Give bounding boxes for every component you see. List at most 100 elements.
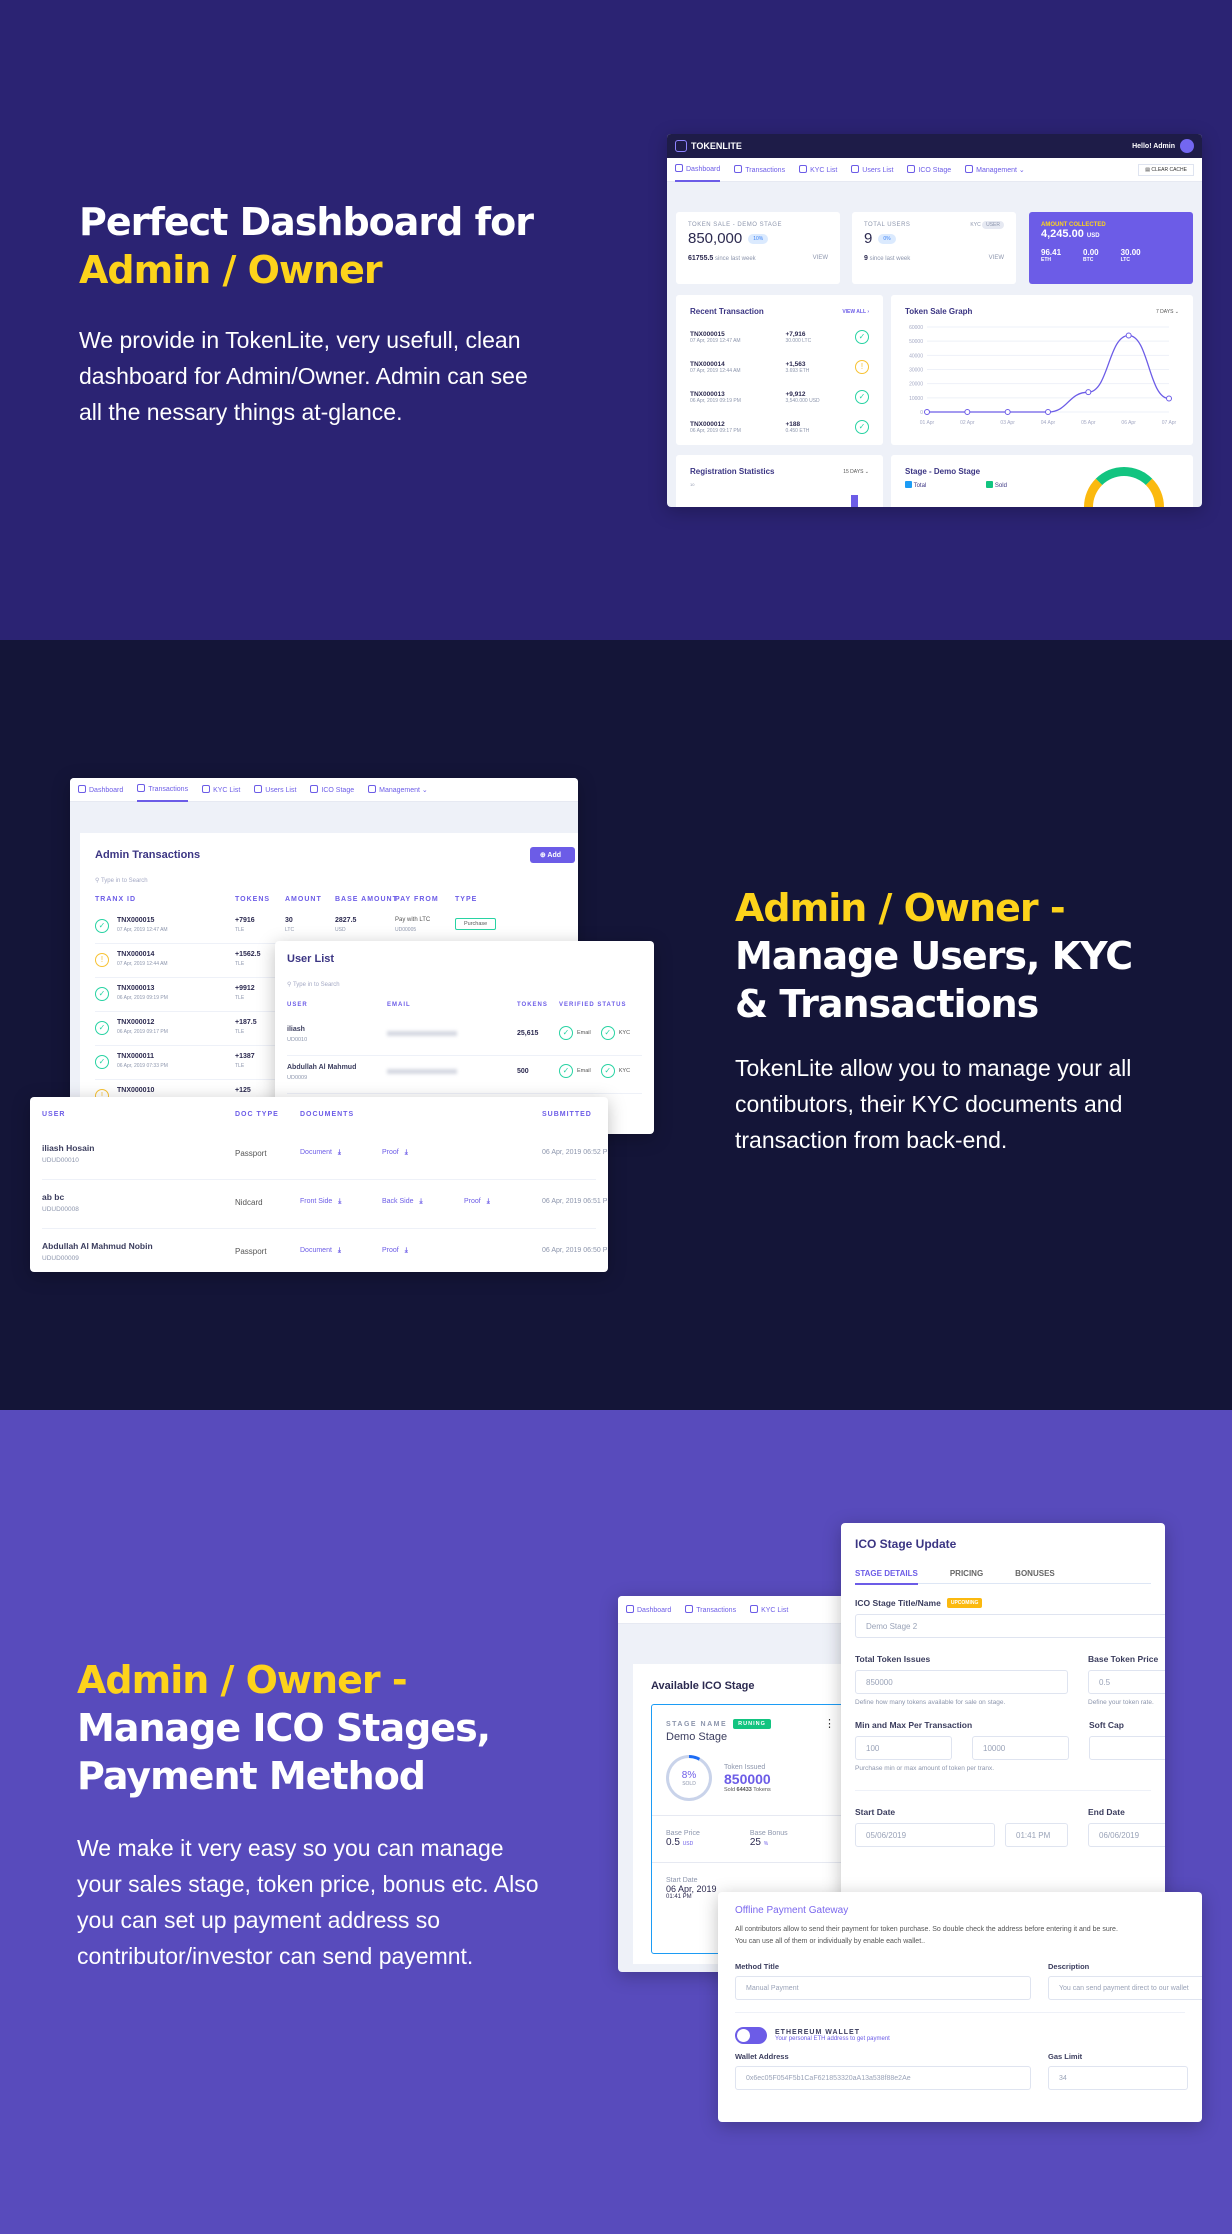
tab-user[interactable]: USER (982, 221, 1004, 229)
description-input[interactable]: You can send payment direct to our walle… (1048, 1976, 1202, 2000)
check-circle-icon: ✓ (855, 420, 869, 434)
more-options-icon[interactable]: ⋮ (824, 1717, 835, 1730)
check-circle-icon: ✓ (95, 1021, 109, 1035)
view-link[interactable]: VIEW (813, 255, 828, 262)
tab-kyc[interactable]: KYC (970, 222, 980, 228)
table-row[interactable]: iliash Hosain UDUD00010 Passport Document ⤓ P… (42, 1131, 608, 1180)
nav-kyc-list[interactable]: KYC List (202, 785, 240, 794)
add-transaction-button[interactable]: ⊕ Add (529, 847, 575, 863)
range-select[interactable]: 7 DAYS ⌄ (1156, 309, 1179, 315)
range-select[interactable]: 15 DAYS ⌄ (843, 469, 869, 475)
nav-dashboard[interactable]: Dashboard (675, 157, 721, 182)
tranx-id: TNX000015 (117, 917, 155, 924)
nav-dashboard[interactable]: Dashboard (78, 785, 123, 794)
tab-bonuses[interactable]: BONUSES (1015, 1569, 1055, 1578)
nav-ico-stage[interactable]: ICO Stage (310, 785, 354, 794)
field-label: Total Token Issues (855, 1654, 931, 1664)
data-point[interactable] (1085, 389, 1092, 396)
base-price-input[interactable]: 0.5 (1088, 1670, 1165, 1694)
data-point[interactable] (1045, 409, 1051, 415)
sold-progress-ring: 8% SOLD (666, 1755, 712, 1801)
view-all-link[interactable]: VIEW ALL › (842, 309, 869, 315)
nav-transactions[interactable]: Transactions (734, 165, 785, 174)
heading-line: Manage ICO Stages, (77, 1706, 491, 1750)
end-date-input[interactable]: 06/06/2019 (1088, 1823, 1165, 1847)
table-row[interactable]: ✓ TNX000015 07 Apr, 2019 12:47 AM +7916 TLE 3… (95, 910, 565, 944)
transaction-row[interactable]: TNX000012 06 Apr, 2019 09:17 PM +188 0.450 … (690, 412, 869, 442)
view-link[interactable]: VIEW (989, 255, 1004, 262)
table-row[interactable]: iliash UD0010 25,615 ✓ Email ✓ KYC (287, 1018, 642, 1056)
document-download-link[interactable]: Proof ⤓ (382, 1149, 408, 1157)
column-header: DOC TYPE (235, 1111, 279, 1118)
data-point[interactable] (964, 409, 971, 415)
nav-label: Dashboard (89, 787, 124, 794)
min-input[interactable]: 100 (855, 1736, 952, 1760)
data-point[interactable] (1166, 395, 1172, 402)
transaction-row[interactable]: TNX000015 07 Apr, 2019 12:47 AM +7,916 30.0… (690, 322, 869, 352)
wallet-address-input[interactable]: 0x6ec05F054F5b1CaF621853320aA13a538f88e2… (735, 2066, 1031, 2090)
nav-users-list[interactable]: Users List (851, 165, 893, 174)
sold-value: 64433 (736, 1786, 752, 1793)
nav-dashboard[interactable]: Dashboard (626, 1605, 671, 1614)
check-circle-icon: ✓ (95, 1055, 109, 1069)
issued-label: Token Issued (724, 1763, 766, 1771)
nav-label: Dashboard (637, 1607, 672, 1614)
document-icon (799, 165, 808, 173)
document-download-link[interactable]: Document ⤓ (300, 1247, 341, 1255)
start-date-input[interactable]: 05/06/2019 (855, 1823, 995, 1847)
document-download-link[interactable]: Front Side ⤓ (300, 1198, 341, 1206)
nav-management[interactable]: Management ⌄ (965, 165, 1025, 174)
chevron-down-icon: ⌄ (421, 787, 428, 794)
soft-cap-input[interactable] (1089, 1736, 1165, 1760)
nav-kyc-list[interactable]: KYC List (750, 1605, 788, 1614)
start-time-input[interactable]: 01:41 PM (1005, 1823, 1068, 1847)
column-header: BASE AMOUNT (335, 896, 398, 903)
avatar-icon[interactable] (1180, 139, 1194, 153)
nav-transactions[interactable]: Transactions (137, 778, 189, 802)
nav-transactions[interactable]: Transactions (685, 1605, 736, 1614)
transfer-icon (734, 165, 743, 173)
nav-kyc-list[interactable]: KYC List (799, 165, 837, 174)
tranx-amount: 0.450 ETH (785, 427, 810, 434)
user-id: UDUD00010 (42, 1157, 79, 1164)
document-download-link[interactable]: Back Side ⤓ (382, 1198, 423, 1206)
column-header: TYPE (455, 896, 478, 903)
clear-cache-button[interactable]: ▤ CLEAR CACHE (1138, 163, 1194, 176)
link-label: Front Side (300, 1198, 333, 1205)
gas-limit-input[interactable]: 34 (1048, 2066, 1188, 2090)
data-point[interactable] (1125, 332, 1132, 339)
data-point[interactable] (1004, 409, 1011, 415)
nav-ico-stage[interactable]: ICO Stage (907, 165, 951, 174)
max-input[interactable]: 10000 (972, 1736, 1069, 1760)
download-icon: ⤓ (404, 1247, 408, 1254)
tokens-unit: TLE (235, 995, 245, 1001)
document-download-link[interactable]: Proof ⤓ (382, 1247, 408, 1255)
column-header: TOKENS (517, 1002, 548, 1008)
table-row[interactable]: ab bc UDUD00008 Nidcard Front Side ⤓ Back Sid… (42, 1180, 608, 1229)
amount: 30 (285, 917, 293, 924)
search-input[interactable]: ⚲ Type in to Search (95, 877, 565, 884)
section-manage-users: Dashboard Transactions KYC List Users Li… (0, 640, 1232, 1410)
kyc-label: KYC (618, 1068, 631, 1074)
total-token-input[interactable]: 850000 (855, 1670, 1068, 1694)
nav-users-list[interactable]: Users List (254, 785, 296, 794)
document-download-link[interactable]: Proof ⤓ (464, 1198, 490, 1206)
table-row[interactable]: Abdullah Al Mahmud Nobin UDUD00009 Passpor… (42, 1229, 608, 1272)
transfer-icon (137, 784, 146, 792)
data-point[interactable] (924, 409, 930, 415)
nav-label: ICO Stage (321, 787, 355, 794)
eth-label: ETH (1041, 257, 1051, 263)
method-title-input[interactable]: Manual Payment (735, 1976, 1031, 2000)
ethereum-wallet-toggle[interactable] (735, 2027, 767, 2044)
stage-name-input[interactable]: Demo Stage 2 (855, 1614, 1165, 1638)
transaction-row[interactable]: TNX000014 07 Apr, 2019 12:44 AM +1,563 3.69… (690, 352, 869, 382)
transaction-row[interactable]: TNX000013 06 Apr, 2019 09:19 PM +9,912 3,54… (690, 382, 869, 412)
tranx-date: 07 Apr, 2019 12:44 AM (690, 367, 741, 374)
tab-pricing[interactable]: PRICING (950, 1569, 983, 1578)
table-row[interactable]: Abdullah Al Mahmud UD0009 500 ✓ Email ✓ KYC (287, 1056, 642, 1094)
nav-management[interactable]: Management ⌄ (368, 785, 428, 794)
search-input[interactable]: ⚲ Type in to Search (287, 981, 642, 988)
tab-stage-details[interactable]: STAGE DETAILS (855, 1569, 918, 1585)
document-download-link[interactable]: Document ⤓ (300, 1149, 341, 1157)
x-tick-label: 04 Apr (1041, 420, 1056, 426)
